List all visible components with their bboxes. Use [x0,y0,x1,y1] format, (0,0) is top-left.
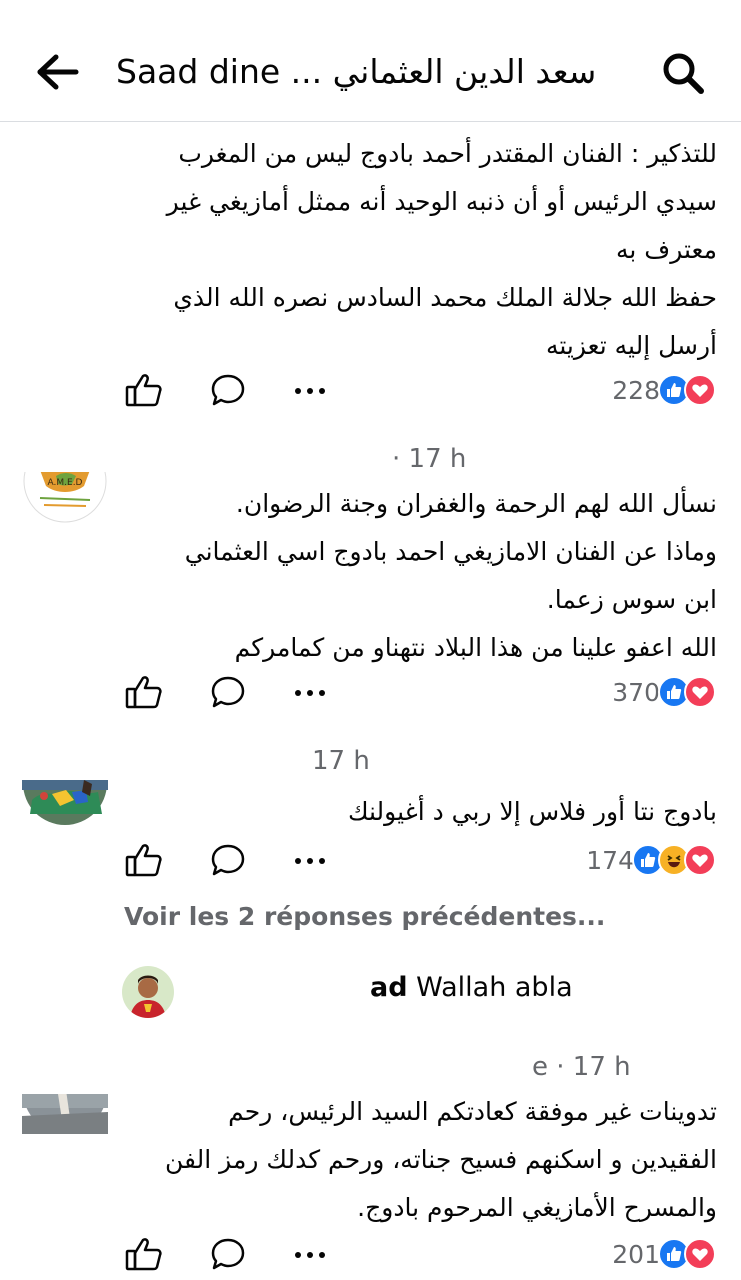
comment-line: تدوينات غير موفقة كعادتكم السيد الرئيس، … [228,1097,717,1126]
avatar[interactable] [122,966,174,1018]
comment-line: معترف به [615,235,717,264]
thumbs-up-icon [125,374,162,407]
speech-bubble-icon [211,676,245,708]
reply-button[interactable] [208,840,248,880]
comment-actions: 201 [124,1234,724,1274]
more-options-button[interactable] [288,672,332,712]
reply-button[interactable] [208,1234,248,1274]
comment-line: ابن سوس زعما. [546,585,717,614]
reply-body: Wallah abla [407,972,573,1003]
comment-actions: 174 [124,840,724,880]
like-button[interactable] [124,370,164,410]
reaction-summary[interactable]: 201 [612,1236,716,1272]
ellipsis-icon [295,858,325,864]
comment-line: الله اعفو علينا من هذا البلاد نتهناو من … [234,633,717,662]
comment-actions: 370 [124,672,724,712]
search-button[interactable] [660,50,706,96]
comment-timestamp[interactable]: 17 h [312,746,370,776]
like-button[interactable] [124,840,164,880]
ellipsis-icon [295,388,325,394]
avatar[interactable] [22,780,108,826]
love-reaction-icon [684,676,716,708]
love-reaction-icon [684,374,716,406]
reaction-count: 370 [612,677,660,707]
app-header: Saad dine ... سعد الدين العثماني [0,0,741,122]
comment-line: والمسرح الأمازيغي المرحوم بادوج. [357,1193,717,1222]
love-reaction-icon [684,844,716,876]
reaction-summary[interactable]: 174 [586,842,716,878]
page-title: Saad dine ... سعد الدين العثماني [116,52,597,91]
arrow-left-icon [37,54,79,90]
comment-line: أرسل إليه تعزيته [545,331,717,360]
speech-bubble-icon [211,844,245,876]
avatar[interactable] [22,1094,108,1134]
comment-line: الفقيدين و اسكنهم فسيح جناته، ورحم كدلك … [165,1145,717,1174]
comment-actions: 228 [124,370,724,410]
comment-line: وماذا عن الفنان الامازيغي احمد بادوج اسي… [184,537,717,566]
more-options-button[interactable] [288,1234,332,1274]
reaction-summary[interactable]: 370 [612,674,716,710]
reply-snippet: ad Wallah abla [370,972,573,1003]
comment-line: للتذكير : الفنان المقتدر أحمد بادوج ليس … [178,139,717,168]
reaction-count: 174 [586,845,634,875]
avatar[interactable]: A.M.E.D [22,472,108,524]
reaction-count: 228 [612,375,660,405]
like-button[interactable] [124,672,164,712]
reply-button[interactable] [208,370,248,410]
back-button[interactable] [36,52,80,92]
reply-author: ad [370,972,408,1003]
ellipsis-icon [295,1252,325,1258]
more-options-button[interactable] [288,370,332,410]
comment-timestamp[interactable]: e · 17 h [532,1052,631,1082]
speech-bubble-icon [211,1238,245,1270]
thumbs-up-icon [125,1238,162,1271]
thumbs-up-icon [125,844,162,877]
reply-button[interactable] [208,672,248,712]
love-reaction-icon [684,1238,716,1270]
svg-text:A.M.E.D: A.M.E.D [48,478,83,488]
reaction-summary[interactable]: 228 [612,372,716,408]
comment-line: نسأل الله لهم الرحمة والغفران وجنة الرضو… [235,489,717,518]
speech-bubble-icon [211,374,245,406]
comment-line: بادوج نتا أور فلاس إلا ربي د أغيولنك [347,797,717,826]
search-icon [663,53,704,94]
reaction-count: 201 [612,1239,660,1269]
thumbs-up-icon [125,676,162,709]
more-options-button[interactable] [288,840,332,880]
see-previous-replies-link[interactable]: Voir les 2 réponses précédentes... [124,902,605,931]
ellipsis-icon [295,690,325,696]
like-button[interactable] [124,1234,164,1274]
comment-line: حفظ الله جلالة الملك محمد السادس نصره ال… [173,283,717,312]
comment-timestamp[interactable]: · 17 h [392,444,466,474]
comment-line: سيدي الرئيس أو أن ذنبه الوحيد أنه ممثل أ… [166,187,717,216]
